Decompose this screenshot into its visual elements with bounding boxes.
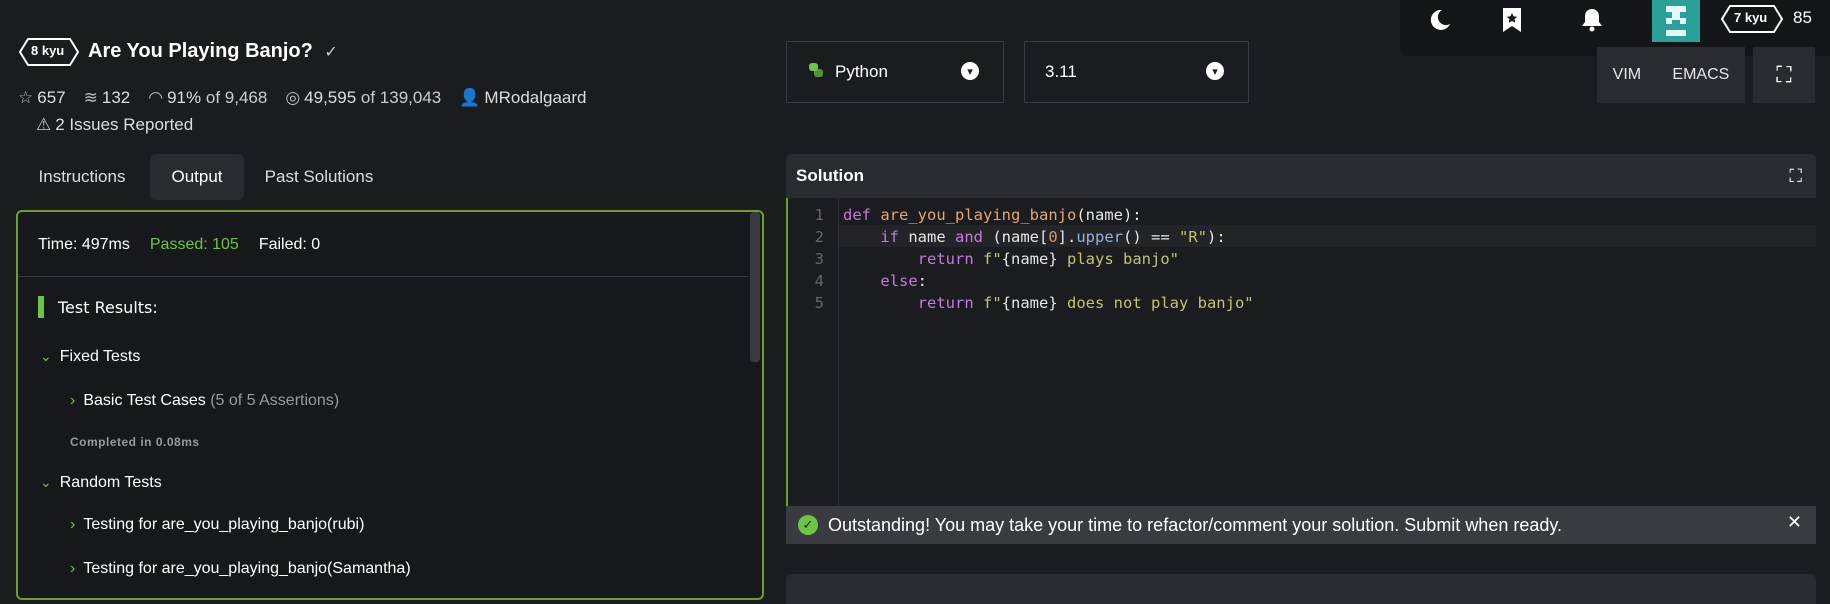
divider	[18, 276, 748, 277]
satisfaction-of: of 9,468	[205, 88, 268, 107]
bell-icon[interactable]	[1572, 0, 1612, 40]
author-name: MRodalgaard	[484, 88, 587, 107]
solution-title: Solution	[796, 166, 864, 185]
code-line-1: def are_you_playing_banjo(name):	[843, 206, 1142, 224]
code-line-2: if name and (name[0].upper() == "R"):	[880, 228, 1226, 246]
test-summary: Time: 497ms Passed: 105 Failed: 0	[38, 236, 320, 254]
line-gutter: 1 2 3 4 5	[788, 198, 839, 508]
fullscreen-button[interactable]: ⛶	[1753, 47, 1815, 103]
code-line-5: return f"{name} does not play banjo"	[917, 294, 1254, 312]
tab-past-solutions[interactable]: Past Solutions	[252, 154, 386, 200]
completed-stat: ◎ 49,595 of 139,043	[285, 88, 441, 108]
test-item-label: Testing for are_you_playing_banjo(Samant…	[83, 560, 411, 577]
author-stat[interactable]: 👤 MRodalgaard	[459, 88, 586, 108]
honor-count: 85	[1793, 8, 1812, 27]
code-line-3: return f"{name} plays banjo"	[917, 250, 1179, 268]
vim-button[interactable]: VIM	[1613, 66, 1641, 84]
collections-stat[interactable]: ≋ 132	[84, 88, 131, 108]
attempted-of: of 139,043	[360, 88, 442, 107]
avatar[interactable]	[1652, 0, 1700, 42]
tab-instructions[interactable]: Instructions	[22, 154, 142, 200]
language-value: Python	[835, 62, 888, 81]
completed-time: Completed in 0.08ms	[70, 435, 200, 449]
chevron-right-icon: ›	[70, 392, 76, 409]
expand-icon[interactable]: ⛶	[1789, 166, 1802, 187]
code-line-4: else:	[880, 272, 927, 290]
test-item-detail: (5 of 5 Assertions)	[210, 392, 340, 409]
chevron-down-icon: ⌄	[40, 474, 52, 490]
chevron-down-icon: ⌄	[40, 348, 52, 364]
check-circle-icon: ✓	[798, 515, 818, 535]
results-marker	[38, 296, 44, 318]
sample-tests-header	[786, 574, 1816, 604]
completed-count: 49,595	[304, 88, 357, 107]
language-select[interactable]: Python ▾	[786, 41, 1004, 103]
layers-icon: ≋	[83, 88, 98, 107]
banner-message: Outstanding! You may take your time to r…	[828, 514, 1563, 535]
line-number: 4	[814, 272, 824, 290]
target-icon: ◎	[285, 88, 301, 107]
test-item-samantha[interactable]: › Testing for are_you_playing_banjo(Saman…	[70, 560, 411, 578]
group-label: Random Tests	[59, 474, 162, 491]
close-icon[interactable]: ✕	[1787, 512, 1802, 533]
issues-link[interactable]: ⚠ 2 Issues Reported	[36, 115, 193, 135]
chevron-down-icon: ▾	[961, 62, 979, 80]
group-random-tests[interactable]: ⌄ Random Tests	[40, 474, 162, 492]
version-value: 3.11	[1045, 62, 1077, 81]
user-rank-label: 7 kyu	[1734, 10, 1768, 25]
tab-output[interactable]: Output	[150, 154, 244, 200]
test-item-label: Basic Test Cases	[83, 392, 206, 409]
emacs-button[interactable]: EMACS	[1672, 66, 1729, 84]
line-number: 2	[814, 228, 824, 246]
editor-mode-group: VIM EMACS	[1597, 47, 1745, 103]
code-editor[interactable]: 1 2 3 4 5 def are_you_playing_banjo(name…	[786, 198, 1816, 508]
chevron-down-icon: ▾	[1206, 62, 1224, 80]
gauge-icon: ◠	[148, 88, 164, 107]
check-icon: ✓	[324, 44, 338, 61]
success-banner: ✓ Outstanding! You may take your time to…	[786, 506, 1816, 544]
collections-count: 132	[101, 88, 131, 107]
test-results-label: Test Results:	[58, 298, 158, 317]
scrollbar[interactable]	[750, 212, 760, 362]
test-item-rubi[interactable]: › Testing for are_you_playing_banjo(rubi)	[70, 516, 364, 534]
line-number: 1	[814, 206, 824, 224]
line-number: 5	[814, 294, 824, 312]
satisfaction-pct: 91%	[167, 88, 202, 107]
chevron-right-icon: ›	[70, 516, 76, 533]
kata-rank-label: 8 kyu	[31, 43, 65, 58]
satisfaction-stat: ◠ 91% of 9,468	[148, 88, 267, 108]
test-item-basic[interactable]: › Basic Test Cases (5 of 5 Assertions)	[70, 392, 339, 410]
failed-label: Failed: 0	[258, 236, 321, 253]
issues-label: 2 Issues Reported	[55, 115, 194, 134]
kata-rank-badge: 8 kyu	[18, 37, 80, 72]
time-label: Time: 497ms	[38, 236, 130, 253]
passed-label: Passed: 105	[149, 236, 239, 253]
group-label: Fixed Tests	[59, 348, 141, 365]
kata-title: Are You Playing Banjo? ✓	[88, 40, 338, 63]
line-number: 3	[814, 250, 824, 268]
chevron-right-icon: ›	[70, 560, 76, 577]
stars-stat[interactable]: ☆ 657	[18, 88, 66, 108]
moon-icon[interactable]	[1420, 0, 1460, 40]
version-select[interactable]: 3.11 ▾	[1024, 41, 1249, 103]
user-icon: 👤	[459, 88, 481, 107]
warning-icon: ⚠	[36, 115, 52, 134]
star-icon: ☆	[18, 88, 34, 107]
kata-stats: ☆ 657 ≋ 132 ◠ 91% of 9,468 ◎ 49,595 of 139,0…	[18, 88, 586, 108]
test-item-label: Testing for are_you_playing_banjo(rubi)	[83, 516, 365, 533]
output-panel: Time: 497ms Passed: 105 Failed: 0 Test R…	[16, 210, 764, 600]
python-icon	[807, 61, 825, 84]
stars-count: 657	[37, 88, 66, 107]
group-fixed-tests[interactable]: ⌄ Fixed Tests	[40, 348, 140, 366]
kata-title-text: Are You Playing Banjo?	[88, 40, 313, 62]
solution-header: Solution ⛶	[786, 154, 1816, 198]
user-rank-badge[interactable]: 7 kyu	[1720, 4, 1784, 39]
bookmark-star-icon[interactable]	[1492, 0, 1532, 40]
expand-icon: ⛶	[1776, 62, 1792, 87]
